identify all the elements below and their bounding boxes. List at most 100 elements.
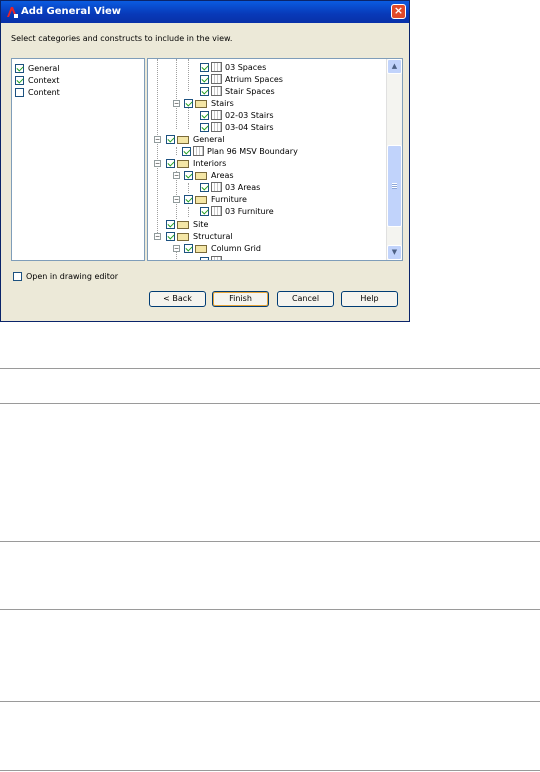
tree-checkbox[interactable] (200, 206, 209, 216)
construct-file-icon (211, 206, 222, 216)
tree-item-plan-96-msv-boundary[interactable]: Plan 96 MSV Boundary (182, 145, 298, 157)
tree-item-stair-spaces[interactable]: Stair Spaces (200, 85, 275, 97)
tree-item-stairs[interactable]: Stairs (184, 97, 234, 109)
tree-item-02-03-stairs[interactable]: 02-03 Stairs (200, 109, 274, 121)
construct-tree[interactable]: 03 Spaces Atrium Spaces Stair Spaces − S… (147, 58, 403, 261)
tree-item-label: 03-04 Stairs (225, 122, 274, 132)
close-button[interactable]: × (391, 4, 406, 19)
scroll-up-icon: ▲ (391, 62, 398, 70)
category-checkbox-context[interactable] (15, 75, 24, 85)
tree-checkbox[interactable] (200, 122, 209, 132)
collapse-icon[interactable]: − (154, 160, 161, 167)
construct-file-icon (211, 182, 222, 192)
construct-file-icon (211, 74, 222, 84)
tree-checkbox[interactable] (184, 98, 193, 108)
scroll-down-button[interactable]: ▼ (387, 245, 402, 260)
category-checkbox-content[interactable] (15, 87, 24, 97)
back-button[interactable]: < Back (149, 291, 206, 307)
folder-icon (195, 195, 208, 204)
finish-button[interactable]: Finish (212, 291, 269, 307)
folder-icon (195, 171, 208, 180)
collapse-icon[interactable]: − (173, 196, 180, 203)
autocad-app-icon (7, 7, 18, 18)
folder-icon (195, 99, 208, 108)
category-item-content[interactable]: Content (15, 86, 60, 98)
tree-checkbox[interactable] (166, 231, 175, 241)
help-button[interactable]: Help (341, 291, 398, 307)
construct-file-icon (211, 256, 222, 260)
category-label: Content (28, 87, 60, 97)
tree-line (176, 147, 177, 155)
folder-icon (177, 232, 190, 241)
category-list[interactable]: General Context Content (11, 58, 145, 261)
tree-item-03-areas[interactable]: 03 Areas (200, 181, 260, 193)
tree-item-label: 02-03 Stairs (225, 110, 274, 120)
tree-item-partial[interactable] (200, 255, 222, 260)
tree-line (188, 59, 189, 91)
cancel-button[interactable]: Cancel (277, 291, 334, 307)
tree-item-atrium-spaces[interactable]: Atrium Spaces (200, 73, 283, 85)
instruction-text: Select categories and constructs to incl… (11, 34, 233, 43)
construct-file-icon (211, 110, 222, 120)
open-in-editor-checkbox[interactable] (13, 272, 22, 281)
tree-checkbox[interactable] (200, 74, 209, 84)
category-label: Context (28, 75, 60, 85)
tree-item-03-04-stairs[interactable]: 03-04 Stairs (200, 121, 274, 133)
tree-checkbox[interactable] (166, 219, 175, 229)
tree-item-interiors[interactable]: Interiors (166, 157, 226, 169)
tree-checkbox[interactable] (184, 170, 193, 180)
divider (0, 403, 540, 404)
divider (0, 541, 540, 542)
grip-icon (392, 183, 397, 189)
tree-item-column-grid[interactable]: Column Grid (184, 242, 261, 254)
collapse-icon[interactable]: − (173, 100, 180, 107)
tree-checkbox[interactable] (184, 194, 193, 204)
open-in-editor-label: Open in drawing editor (26, 272, 119, 281)
scroll-up-button[interactable]: ▲ (387, 59, 402, 74)
open-in-drawing-editor[interactable]: Open in drawing editor (13, 272, 118, 281)
tree-item-structural[interactable]: Structural (166, 230, 233, 242)
collapse-icon[interactable]: − (173, 172, 180, 179)
collapse-icon[interactable]: − (154, 136, 161, 143)
collapse-icon[interactable]: − (173, 245, 180, 252)
tree-item-label: 03 Furniture (225, 206, 274, 216)
category-checkbox-general[interactable] (15, 63, 24, 73)
tree-checkbox[interactable] (200, 182, 209, 192)
tree-checkbox[interactable] (184, 243, 193, 253)
tree-item-areas[interactable]: Areas (184, 169, 234, 181)
tree-checkbox[interactable] (166, 134, 175, 144)
tree-item-label: Stair Spaces (225, 86, 275, 96)
tree-checkbox[interactable] (200, 86, 209, 96)
divider (0, 368, 540, 369)
vertical-scrollbar[interactable]: ▲ ▼ (386, 59, 402, 260)
tree-checkbox[interactable] (200, 110, 209, 120)
folder-icon (195, 244, 208, 253)
category-item-context[interactable]: Context (15, 74, 59, 86)
tree-checkbox[interactable] (166, 158, 175, 168)
tree-line (157, 59, 158, 239)
folder-icon (177, 159, 190, 168)
tree-item-site[interactable]: Site (166, 218, 208, 230)
tree-line (176, 59, 177, 129)
scrollbar-thumb[interactable] (387, 145, 402, 227)
tree-item-label: Stairs (211, 98, 234, 108)
tree-checkbox[interactable] (182, 146, 191, 156)
tree-checkbox[interactable] (200, 62, 209, 72)
tree-line (188, 107, 189, 129)
tree-item-label: General (193, 134, 225, 144)
title-bar[interactable]: Add General View × (1, 1, 409, 23)
tree-item-03-furniture[interactable]: 03 Furniture (200, 205, 274, 217)
tree-checkbox[interactable] (200, 256, 209, 260)
category-item-general[interactable]: General (15, 62, 60, 74)
tree-item-label: Atrium Spaces (225, 74, 283, 84)
tree-item-label: Site (193, 219, 209, 229)
tree-item-label: Interiors (193, 158, 227, 168)
construct-file-icon (193, 146, 204, 156)
tree-item-label: Plan 96 MSV Boundary (207, 146, 298, 156)
tree-item-furniture[interactable]: Furniture (184, 193, 247, 205)
divider (0, 609, 540, 610)
tree-item-general[interactable]: General (166, 133, 225, 145)
tree-item-03-spaces[interactable]: 03 Spaces (200, 61, 266, 73)
collapse-icon[interactable]: − (154, 233, 161, 240)
tree-item-label: Structural (193, 231, 233, 241)
